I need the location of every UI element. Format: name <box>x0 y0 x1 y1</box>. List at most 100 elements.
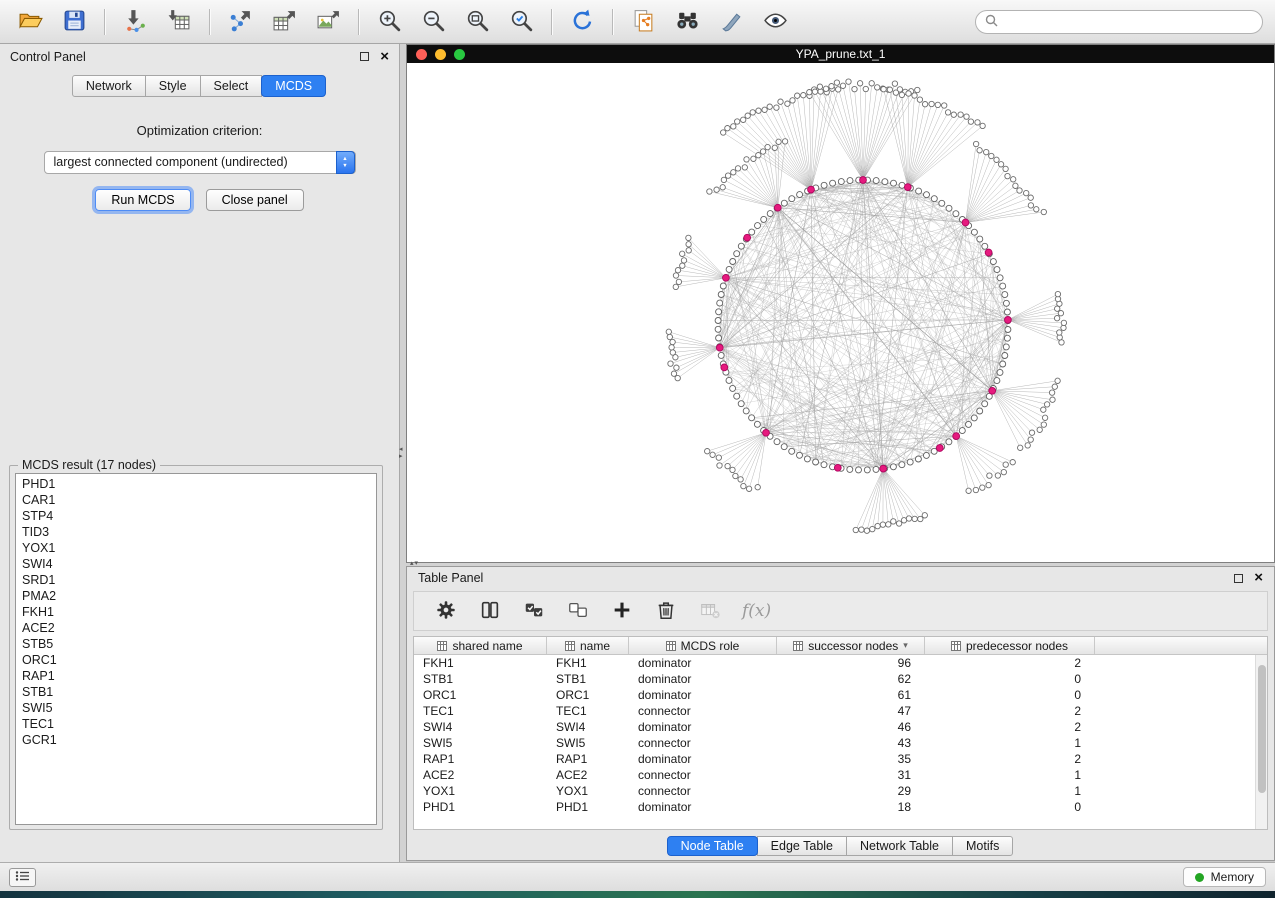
result-item[interactable]: STB1 <box>16 684 376 700</box>
table-cell: 2 <box>925 752 1095 766</box>
mcds-result-list[interactable]: PHD1CAR1STP4TID3YOX1SWI4SRD1PMA2FKH1ACE2… <box>15 473 377 825</box>
table-cell: SWI5 <box>414 736 547 750</box>
result-item[interactable]: CAR1 <box>16 492 376 508</box>
task-history-button[interactable] <box>9 868 36 887</box>
delete-column-button[interactable] <box>654 600 677 623</box>
table-settings-button[interactable] <box>434 600 457 623</box>
result-item[interactable]: ACE2 <box>16 620 376 636</box>
column-header-MCDS-role[interactable]: MCDS role <box>629 637 777 654</box>
table-cell: 1 <box>925 736 1095 750</box>
table-cell: RAP1 <box>414 752 547 766</box>
result-item[interactable]: STP4 <box>16 508 376 524</box>
dropdown-stepper-icon[interactable]: ▲▼ <box>336 151 355 174</box>
network-canvas[interactable] <box>407 63 1274 562</box>
show-hide-button[interactable] <box>757 5 793 39</box>
result-item[interactable]: STB5 <box>16 636 376 652</box>
result-item[interactable]: TEC1 <box>16 716 376 732</box>
zoom-out-button[interactable] <box>415 5 451 39</box>
table-row[interactable]: STB1STB1dominator620 <box>414 671 1267 687</box>
column-header-filler <box>1095 637 1267 654</box>
table-cell: SWI5 <box>547 736 629 750</box>
table-cell: 46 <box>777 720 925 734</box>
column-header-successor-nodes[interactable]: successor nodes▾ <box>777 637 925 654</box>
table-cell: PHD1 <box>414 800 547 814</box>
export-table-button[interactable] <box>266 5 302 39</box>
duplicate-network-button[interactable] <box>625 5 661 39</box>
network-titlebar[interactable]: YPA_prune.txt_1 <box>407 45 1274 63</box>
table-row[interactable]: SWI5SWI5connector431 <box>414 735 1267 751</box>
result-item[interactable]: SWI4 <box>16 556 376 572</box>
tab-edge-table[interactable]: Edge Table <box>757 836 847 856</box>
zoom-selected-button[interactable] <box>503 5 539 39</box>
result-item[interactable]: PMA2 <box>16 588 376 604</box>
splitter-collapse-icons[interactable]: ◂▸ <box>399 446 403 460</box>
select-all-button[interactable] <box>522 600 545 623</box>
close-panel-icon[interactable]: × <box>1254 573 1263 583</box>
open-folder-icon <box>18 8 43 36</box>
tab-node-table[interactable]: Node Table <box>667 836 758 856</box>
table-row[interactable]: RAP1RAP1dominator352 <box>414 751 1267 767</box>
export-image-button[interactable] <box>310 5 346 39</box>
search-box[interactable] <box>975 10 1263 34</box>
float-panel-icon[interactable] <box>1234 574 1243 583</box>
import-network-button[interactable] <box>117 5 153 39</box>
tab-mcds[interactable]: MCDS <box>261 75 326 97</box>
criterion-dropdown[interactable]: largest connected component (undirected)… <box>44 151 356 174</box>
window-maximize-icon[interactable] <box>454 49 465 60</box>
tab-motifs[interactable]: Motifs <box>952 836 1013 856</box>
unselect-all-button[interactable] <box>566 600 589 623</box>
tab-network-table[interactable]: Network Table <box>846 836 953 856</box>
table-row[interactable]: YOX1YOX1connector291 <box>414 783 1267 799</box>
column-header-predecessor-nodes[interactable]: predecessor nodes <box>925 637 1095 654</box>
window-minimize-icon[interactable] <box>435 49 446 60</box>
desktop-wallpaper-strip <box>0 891 1275 898</box>
table-cell: YOX1 <box>547 784 629 798</box>
show-columns-button[interactable] <box>478 600 501 623</box>
close-panel-button[interactable]: Close panel <box>206 189 304 211</box>
tab-select[interactable]: Select <box>200 75 263 97</box>
result-item[interactable]: FKH1 <box>16 604 376 620</box>
table-row[interactable]: PHD1PHD1dominator180 <box>414 799 1267 815</box>
column-header-shared-name[interactable]: shared name <box>414 637 547 654</box>
table-row[interactable]: ACE2ACE2connector311 <box>414 767 1267 783</box>
table-row[interactable]: FKH1FKH1dominator962 <box>414 655 1267 671</box>
tab-style[interactable]: Style <box>145 75 201 97</box>
result-item[interactable]: PHD1 <box>16 476 376 492</box>
table-row[interactable]: TEC1TEC1connector472 <box>414 703 1267 719</box>
save-button[interactable] <box>56 5 92 39</box>
result-item[interactable]: GCR1 <box>16 732 376 748</box>
table-panel: Table Panel × f(x) shared namenameMCDS r… <box>406 566 1275 861</box>
open-file-button[interactable] <box>12 5 48 39</box>
scrollbar-thumb[interactable] <box>1258 665 1266 793</box>
result-item[interactable]: YOX1 <box>16 540 376 556</box>
close-panel-icon[interactable]: × <box>380 52 389 62</box>
run-mcds-button[interactable]: Run MCDS <box>95 189 190 211</box>
memory-button[interactable]: Memory <box>1183 867 1266 887</box>
refresh-button[interactable] <box>564 5 600 39</box>
column-header-name[interactable]: name <box>547 637 629 654</box>
float-panel-icon[interactable] <box>360 52 369 61</box>
table-row[interactable]: ORC1ORC1dominator610 <box>414 687 1267 703</box>
result-item[interactable]: RAP1 <box>16 668 376 684</box>
table-cell: 29 <box>777 784 925 798</box>
search-input[interactable] <box>1004 15 1253 29</box>
result-item[interactable]: TID3 <box>16 524 376 540</box>
add-column-button[interactable] <box>610 600 633 623</box>
result-item[interactable]: SWI5 <box>16 700 376 716</box>
zoom-fit-button[interactable] <box>459 5 495 39</box>
import-table-button[interactable] <box>161 5 197 39</box>
zoom-in-button[interactable] <box>371 5 407 39</box>
tab-network[interactable]: Network <box>72 75 146 97</box>
table-scrollbar[interactable] <box>1255 655 1267 829</box>
result-item[interactable]: ORC1 <box>16 652 376 668</box>
list-icon <box>15 870 30 885</box>
result-item[interactable]: SRD1 <box>16 572 376 588</box>
table-cell: TEC1 <box>414 704 547 718</box>
binoculars-icon <box>675 8 700 36</box>
table-row[interactable]: SWI4SWI4dominator462 <box>414 719 1267 735</box>
export-network-button[interactable] <box>222 5 258 39</box>
annotation-button[interactable] <box>713 5 749 39</box>
window-close-icon[interactable] <box>416 49 427 60</box>
chevron-down-icon[interactable]: ▾ <box>903 640 908 651</box>
first-neighbors-button[interactable] <box>669 5 705 39</box>
